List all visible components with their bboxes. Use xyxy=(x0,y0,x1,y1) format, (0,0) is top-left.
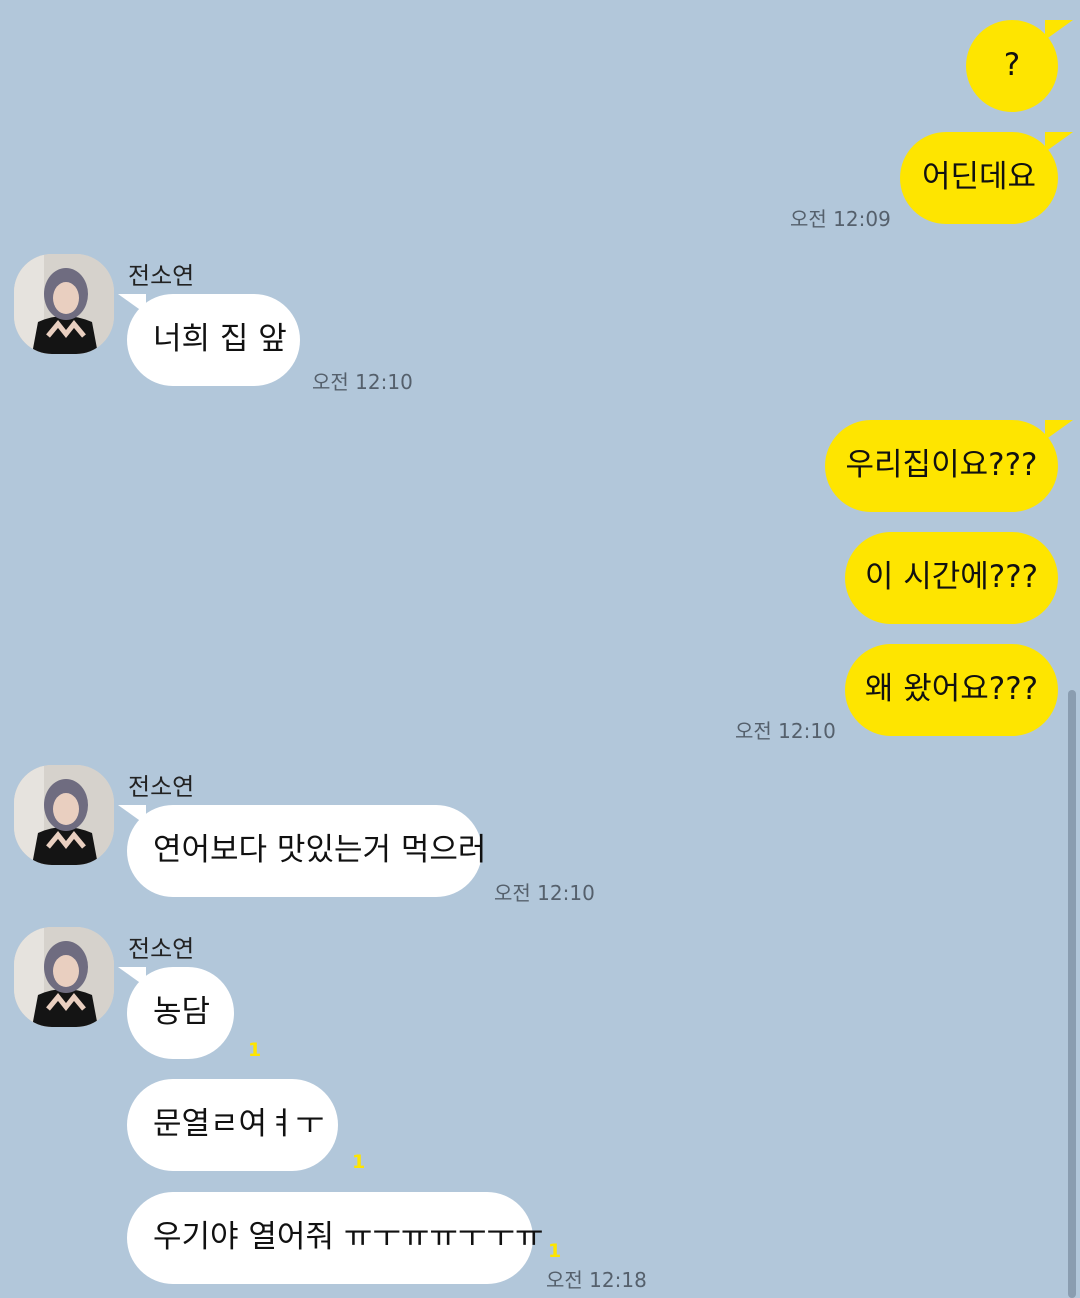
sender-name: 전소연 xyxy=(128,773,195,801)
my-message-bubble[interactable]: 어딘데요 xyxy=(900,132,1058,224)
unread-count: 1 xyxy=(352,1151,366,1173)
my-message-bubble[interactable]: ? xyxy=(966,20,1058,112)
message-text: 농담 xyxy=(153,994,211,1030)
sender-name: 전소연 xyxy=(128,262,195,290)
message-text: 문열ㄹ여ㅕㅜ xyxy=(153,1106,325,1142)
sender-name: 전소연 xyxy=(128,935,195,963)
contact-message-bubble[interactable]: 연어보다 맛있는거 먹으러 xyxy=(127,805,486,897)
my-message-bubble[interactable]: 이 시간에??? xyxy=(845,532,1058,624)
chat-scrollbar[interactable] xyxy=(1068,690,1076,1298)
contact-message-bubble[interactable]: 우기야 열어줘 ㅠㅜㅠㅠㅜㅜㅠ xyxy=(127,1192,543,1284)
message-text: 우리집이요??? xyxy=(845,447,1038,483)
message-timestamp: 오전 12:10 xyxy=(735,719,836,743)
message-timestamp: 오전 12:18 xyxy=(546,1268,647,1292)
contact-avatar[interactable] xyxy=(14,765,114,865)
bubble-tail xyxy=(1045,20,1073,40)
message-timestamp: 오전 12:10 xyxy=(494,881,595,905)
profile-photo-icon xyxy=(14,254,114,354)
message-text: 어딘데요 xyxy=(921,159,1037,195)
message-timestamp: 오전 12:09 xyxy=(790,207,891,231)
message-text: 우기야 열어줘 ㅠㅜㅠㅠㅜㅜㅠ xyxy=(153,1219,544,1255)
contact-message-bubble[interactable]: 문열ㄹ여ㅕㅜ xyxy=(127,1079,338,1171)
my-message-bubble[interactable]: 왜 왔어요??? xyxy=(845,644,1058,736)
contact-avatar[interactable] xyxy=(14,254,114,354)
message-text: 연어보다 맛있는거 먹으러 xyxy=(153,832,487,868)
contact-message-bubble[interactable]: 너희 집 앞 xyxy=(127,294,300,386)
message-text: 이 시간에??? xyxy=(864,559,1039,595)
unread-count: 1 xyxy=(548,1240,562,1262)
message-timestamp: 오전 12:10 xyxy=(312,370,413,394)
bubble-tail xyxy=(1045,420,1073,440)
profile-photo-icon xyxy=(14,927,114,1027)
message-text: 왜 왔어요??? xyxy=(864,671,1039,707)
message-text: 너희 집 앞 xyxy=(153,321,287,357)
unread-count: 1 xyxy=(248,1039,262,1061)
message-text: ? xyxy=(1003,47,1021,83)
my-message-bubble[interactable]: 우리집이요??? xyxy=(825,420,1058,512)
contact-message-bubble[interactable]: 농담 xyxy=(127,967,234,1059)
profile-photo-icon xyxy=(14,765,114,865)
bubble-tail xyxy=(1045,132,1073,152)
contact-avatar[interactable] xyxy=(14,927,114,1027)
